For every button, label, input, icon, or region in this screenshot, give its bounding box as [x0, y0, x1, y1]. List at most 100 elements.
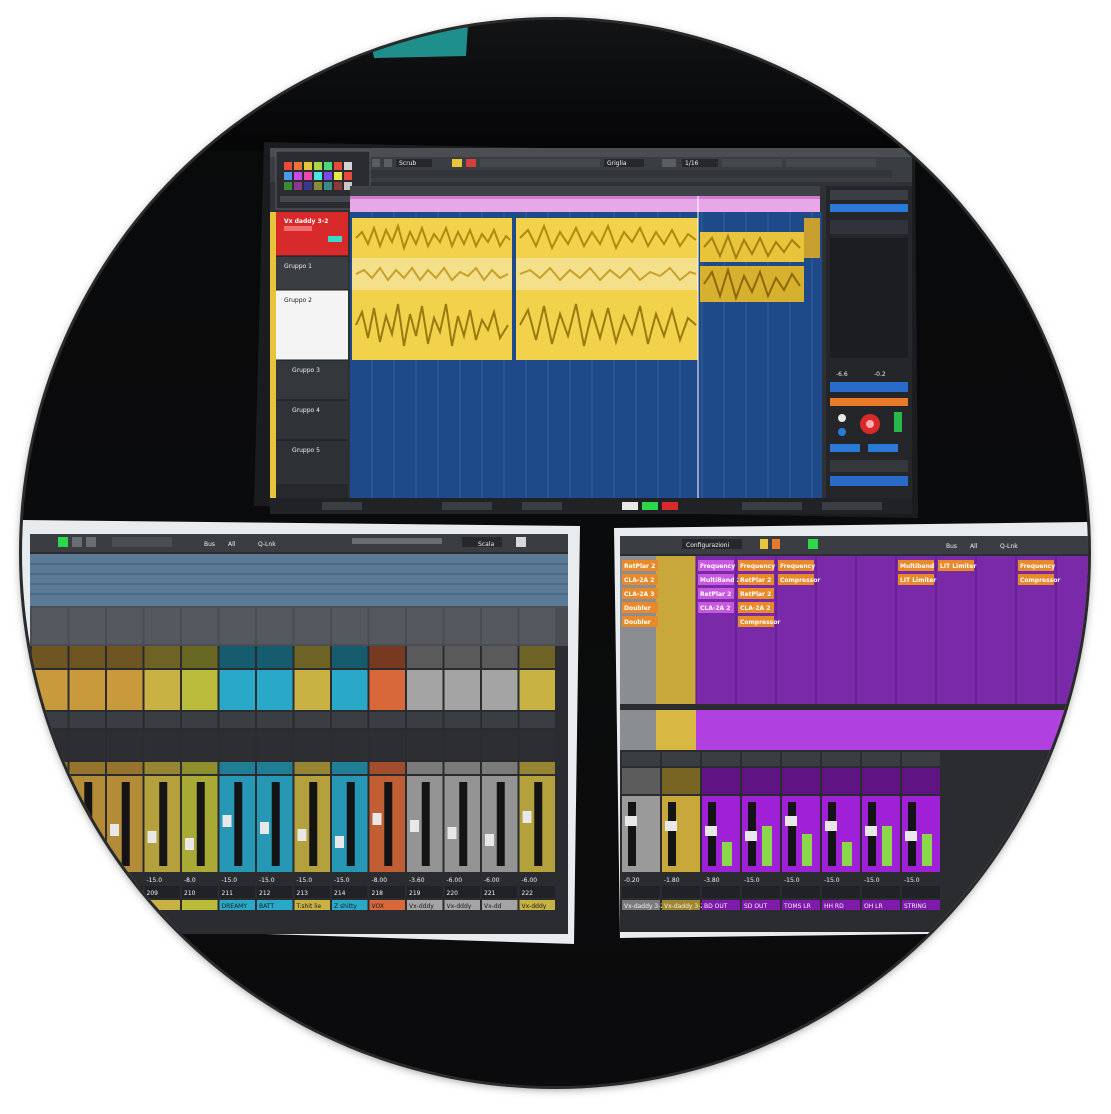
insert-slot[interactable]: Frequency [1018, 560, 1055, 571]
channel-number: 211 [222, 890, 234, 897]
fader-handle[interactable] [665, 821, 677, 831]
insert-slot[interactable]: Frequency [778, 560, 815, 571]
fader-handle[interactable] [705, 826, 717, 836]
grid-menu[interactable]: Griglia [607, 160, 627, 167]
channel-color-band [294, 670, 330, 710]
channel-color-band [32, 670, 68, 710]
fader-handle[interactable] [372, 813, 382, 825]
channel-strip: -0.20 Vx-daddy 3-2 [622, 752, 664, 910]
volume-readout: -15.0 [744, 877, 760, 884]
channel-strip: -6.00 222 Vx-dddy [519, 608, 555, 910]
channel-number: 218 [372, 890, 384, 897]
fader-handle[interactable] [825, 821, 837, 831]
fader-handle[interactable] [745, 831, 757, 841]
fader-track [534, 782, 543, 866]
insert-slot[interactable]: Frequency [698, 560, 735, 571]
record-button[interactable] [662, 502, 678, 510]
channel-number: 213 [297, 890, 309, 897]
fader-track [788, 802, 796, 866]
play-button[interactable] [642, 502, 658, 510]
insert-name: Compressor [740, 619, 780, 626]
channel-name-tag[interactable] [144, 900, 181, 910]
track-menu[interactable]: Scrub [399, 160, 416, 167]
mode-label[interactable]: Bus [204, 541, 215, 548]
insert-slot[interactable]: CLA-2A 2 [738, 602, 774, 613]
photo-frame: Scrub Griglia 1/16 Vx daddy 3-2 Gruppo 1… [22, 20, 1088, 1086]
config-menu[interactable]: Configurazioni [686, 542, 729, 549]
fader-handle[interactable] [297, 829, 307, 841]
all-label[interactable]: All [970, 543, 978, 550]
fader-area [662, 796, 700, 872]
channel-name: Vx-daddy 3-2 [624, 903, 664, 910]
all-label[interactable]: All [228, 541, 236, 548]
insert-name: Doubler [624, 605, 651, 612]
link-label[interactable]: Q-Lnk [1000, 543, 1018, 550]
fader-handle[interactable] [185, 838, 194, 850]
insert-slot[interactable]: Multiband [898, 560, 934, 571]
channel-strip: -15.0 214 Z shitty [332, 608, 368, 910]
fader-handle[interactable] [260, 822, 269, 834]
fader-handle[interactable] [410, 820, 419, 832]
insert-name: Multiband [900, 563, 934, 570]
track-header[interactable] [276, 400, 348, 440]
channel-number: 222 [522, 890, 534, 897]
channel-color-band [107, 670, 143, 710]
track-name: Gruppo 4 [292, 407, 320, 414]
fader-handle[interactable] [222, 815, 232, 827]
fader-handle[interactable] [35, 810, 44, 822]
channel-color-band [519, 670, 555, 710]
fader-handle[interactable] [72, 817, 82, 829]
fader-handle[interactable] [147, 831, 157, 843]
right-monitor: Configurazioni Bus All Q-Lnk RetPlar 2 CL… [614, 522, 1088, 938]
track-header[interactable] [276, 256, 348, 290]
insert-slot[interactable]: RetPlar 2 [698, 588, 734, 599]
insert-slot[interactable]: LIT Limiter [898, 574, 936, 585]
insert-slot[interactable]: RetPlar 2 [622, 560, 658, 571]
channel-name: BATT [259, 903, 274, 910]
channel-name: HH RD [824, 903, 844, 910]
fader-handle[interactable] [110, 824, 119, 836]
track-header[interactable] [276, 360, 348, 400]
quantize-menu[interactable]: 1/16 [685, 160, 699, 167]
level-meter [882, 826, 892, 866]
fader-track [84, 782, 93, 866]
fader-handle[interactable] [335, 836, 344, 848]
track-name: Vx daddy 3-2 [284, 218, 328, 225]
fader-handle[interactable] [625, 816, 637, 826]
channel-name-tag[interactable] [182, 900, 218, 910]
channel-strip: -1.80 Vx-daddy 3-2 [662, 752, 704, 910]
fader-area [782, 796, 820, 872]
insert-slot[interactable]: RetPlar 2 [738, 574, 774, 585]
insert-slot[interactable]: CLA-2A 2 [698, 602, 734, 613]
fader-handle[interactable] [865, 826, 877, 836]
fader-track [346, 782, 355, 866]
fader-handle[interactable] [905, 831, 917, 841]
insert-slot[interactable]: RetPlar 2 [738, 588, 774, 599]
channel-name: Vx-daddy 3-2 [664, 903, 704, 910]
insert-slot[interactable]: CLA-2A 2 [622, 574, 658, 585]
insert-name: CLA-2A 3 [624, 591, 654, 598]
fader-handle[interactable] [785, 816, 797, 826]
insert-slot[interactable]: LIT Limiter [938, 560, 976, 571]
insert-slot[interactable]: Doubler [622, 616, 658, 627]
channel-strip: -15.0 HH RD [822, 752, 860, 910]
fader-handle[interactable] [485, 834, 494, 846]
fader-handle[interactable] [447, 827, 457, 839]
level-meter [802, 834, 812, 866]
channel-number: 212 [259, 890, 271, 897]
insert-slot[interactable]: CLA-2A 3 [622, 588, 658, 599]
channel-color-band [144, 670, 180, 710]
insert-slot[interactable]: Frequency [738, 560, 775, 571]
insert-name: Frequency [1020, 563, 1055, 570]
stop-button[interactable] [622, 502, 638, 510]
insert-name: MultiBand 2 [700, 577, 741, 584]
channel-color-band [407, 670, 443, 710]
insert-slot[interactable]: Doubler [622, 602, 658, 613]
fader-handle[interactable] [522, 811, 532, 823]
channel-number: 210 [184, 890, 196, 897]
link-label[interactable]: Q-Lnk [258, 541, 276, 548]
routing-label[interactable]: Scala [478, 541, 494, 548]
level-meter [722, 842, 732, 866]
channel-name: Vx-dd [484, 903, 502, 910]
mode-label[interactable]: Bus [946, 543, 957, 550]
